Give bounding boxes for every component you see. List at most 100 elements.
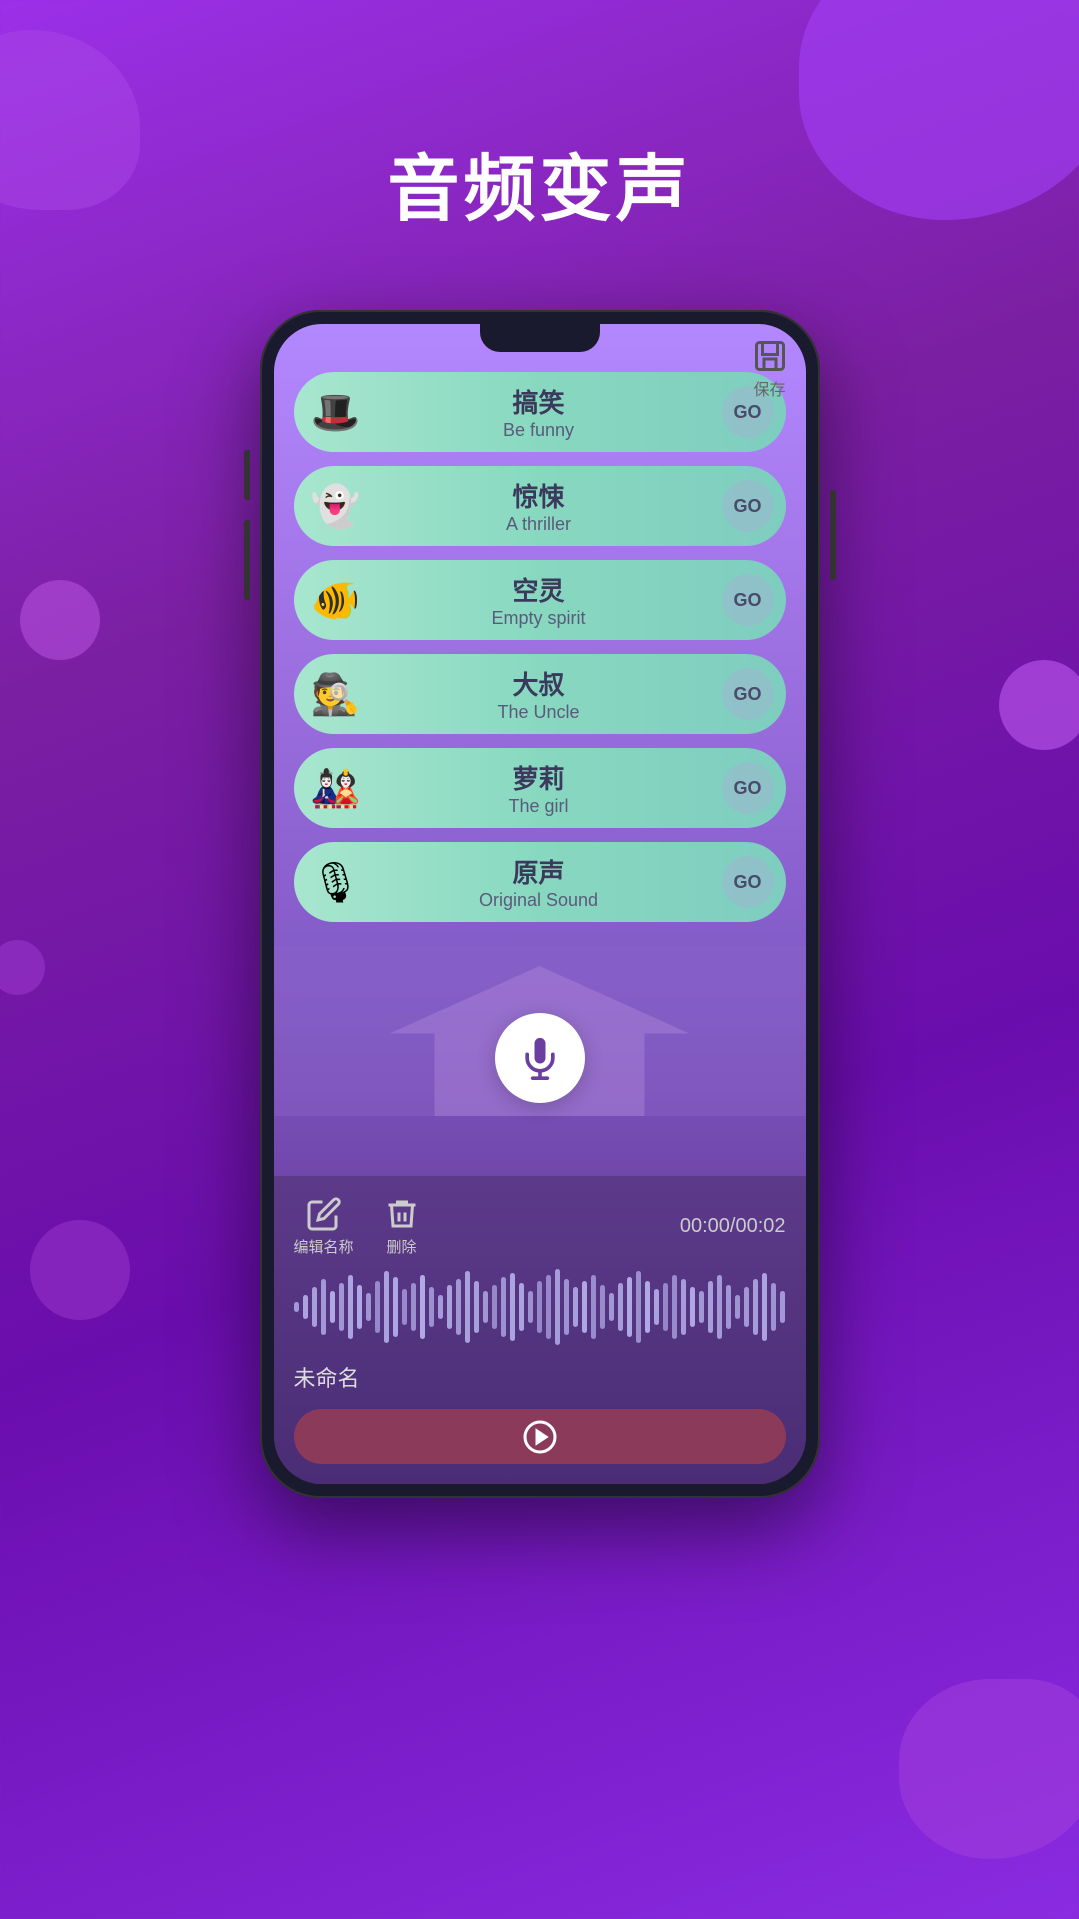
voice-name-empty-spirit: 空灵 [366, 571, 712, 608]
voice-text-empty-spirit: 空灵 Empty spirit [366, 571, 722, 629]
wave-bar [447, 1285, 452, 1329]
wave-bar [474, 1281, 479, 1333]
bottom-controls: 编辑名称 删除 00:00/00:02 [274, 1176, 806, 1484]
voice-item-empty-spirit[interactable]: 🐠 空灵 Empty spirit GO [294, 560, 786, 640]
voice-sub-thriller: A thriller [366, 514, 712, 535]
voice-item-original[interactable]: 🎙 原声 Original Sound GO [294, 842, 786, 922]
voice-item-girl[interactable]: 🎎 萝莉 The girl GO [294, 748, 786, 828]
voice-icon-original: 🎙 [306, 852, 366, 912]
wave-bar [591, 1275, 596, 1339]
wave-bar [780, 1291, 785, 1323]
wave-bar [501, 1277, 506, 1337]
wave-bar [627, 1277, 632, 1337]
voice-icon-thriller: 👻 [306, 476, 366, 536]
wave-bar [420, 1275, 425, 1339]
voice-sub-original: Original Sound [366, 890, 712, 911]
side-button-power [830, 490, 836, 580]
wave-bar [330, 1291, 335, 1323]
edit-delete-row: 编辑名称 删除 00:00/00:02 [294, 1196, 786, 1257]
wave-bar [555, 1269, 560, 1345]
wave-bar [465, 1271, 470, 1343]
timestamp: 00:00/00:02 [680, 1215, 786, 1238]
wave-bar [744, 1287, 749, 1327]
voice-options-list: 🎩 搞笑 Be funny GO 👻 惊悚 A thriller GO 🐠 空灵… [274, 352, 806, 946]
wave-bar [762, 1273, 767, 1341]
bg-blob-right-mid [999, 660, 1079, 750]
go-button-original[interactable]: GO [722, 856, 774, 908]
wave-bar [645, 1281, 650, 1333]
voice-sub-girl: The girl [366, 796, 712, 817]
wave-bar [699, 1291, 704, 1323]
voice-icon-girl: 🎎 [306, 758, 366, 818]
wave-bar [771, 1283, 776, 1331]
wave-bar [753, 1279, 758, 1335]
side-button-mute [244, 450, 250, 500]
voice-item-uncle[interactable]: 🕵 大叔 The Uncle GO [294, 654, 786, 734]
wave-bar [654, 1289, 659, 1325]
voice-sub-be-funny: Be funny [366, 420, 712, 441]
wave-bar [528, 1291, 533, 1323]
delete-button[interactable]: 删除 [384, 1196, 420, 1257]
delete-label: 删除 [387, 1236, 417, 1257]
go-button-thriller[interactable]: GO [722, 480, 774, 532]
side-button-volume [244, 520, 250, 600]
wave-bar [546, 1275, 551, 1339]
voice-item-thriller[interactable]: 👻 惊悚 A thriller GO [294, 466, 786, 546]
wave-bar [717, 1275, 722, 1339]
wave-bar [375, 1281, 380, 1333]
bg-blob-left-lower [0, 940, 45, 995]
wave-bar [582, 1281, 587, 1333]
wave-bar [537, 1281, 542, 1333]
voice-name-thriller: 惊悚 [366, 477, 712, 514]
wave-bar [429, 1287, 434, 1327]
wave-bar [438, 1295, 443, 1319]
bg-blob-bottom-right [899, 1679, 1079, 1859]
play-icon [522, 1419, 558, 1455]
save-icon [752, 338, 788, 374]
wave-bar [294, 1302, 299, 1312]
edit-name-button[interactable]: 编辑名称 [294, 1196, 354, 1257]
wave-bar [456, 1279, 461, 1335]
mic-button[interactable] [495, 1013, 585, 1103]
wave-bar [690, 1287, 695, 1327]
wave-bar [348, 1275, 353, 1339]
wave-bar [600, 1285, 605, 1329]
save-button-area[interactable]: 保存 [752, 338, 788, 400]
phone-frame: 保存 🎩 搞笑 Be funny GO 👻 惊悚 A thriller GO 🐠… [260, 310, 820, 1498]
wave-bar [609, 1293, 614, 1321]
bg-blob-mid-left2 [30, 1220, 130, 1320]
edit-label: 编辑名称 [294, 1236, 354, 1257]
voice-icon-uncle: 🕵 [306, 664, 366, 724]
phone-device: 保存 🎩 搞笑 Be funny GO 👻 惊悚 A thriller GO 🐠… [260, 310, 820, 1498]
filename: 未命名 [294, 1361, 786, 1393]
wave-bar [510, 1273, 515, 1341]
voice-text-girl: 萝莉 The girl [366, 759, 722, 817]
go-button-girl[interactable]: GO [722, 762, 774, 814]
wave-bar [483, 1291, 488, 1323]
wave-bar [321, 1279, 326, 1335]
delete-icon [384, 1196, 420, 1232]
wave-bar [303, 1295, 308, 1319]
go-button-uncle[interactable]: GO [722, 668, 774, 720]
voice-name-girl: 萝莉 [366, 759, 712, 796]
save-label: 保存 [753, 376, 785, 400]
wave-bar [618, 1283, 623, 1331]
voice-sub-uncle: The Uncle [366, 702, 712, 723]
play-button[interactable] [294, 1409, 786, 1464]
wave-bar [672, 1275, 677, 1339]
wave-bar [663, 1283, 668, 1331]
wave-bar [402, 1289, 407, 1325]
voice-item-be-funny[interactable]: 🎩 搞笑 Be funny GO [294, 372, 786, 452]
wave-bar [393, 1277, 398, 1337]
phone-screen: 保存 🎩 搞笑 Be funny GO 👻 惊悚 A thriller GO 🐠… [274, 324, 806, 1484]
wave-bar [312, 1287, 317, 1327]
go-button-empty-spirit[interactable]: GO [722, 574, 774, 626]
voice-name-be-funny: 搞笑 [366, 383, 712, 420]
mic-icon [518, 1036, 562, 1080]
voice-sub-empty-spirit: Empty spirit [366, 608, 712, 629]
wave-bar [339, 1283, 344, 1331]
wave-bar [735, 1295, 740, 1319]
phone-notch [480, 324, 600, 352]
edit-icon [306, 1196, 342, 1232]
wave-bar [366, 1293, 371, 1321]
